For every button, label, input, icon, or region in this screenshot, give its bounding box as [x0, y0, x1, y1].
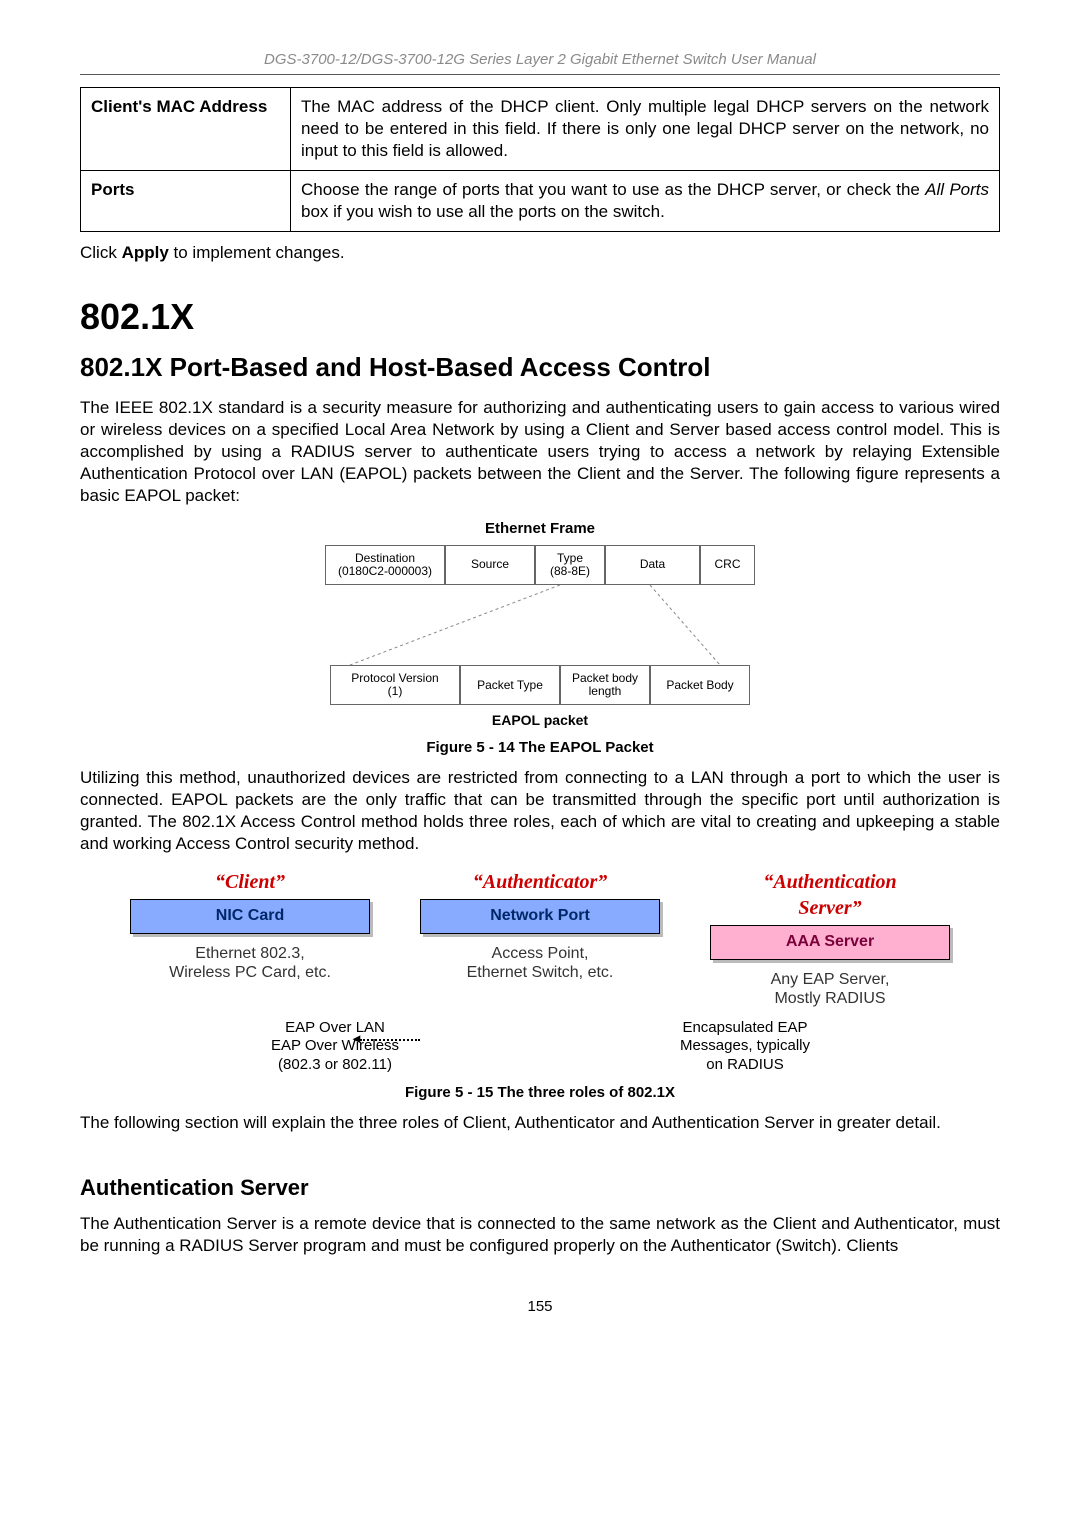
subsection-heading: 802.1X Port-Based and Host-Based Access … [80, 351, 1000, 385]
text: (88-8E) [540, 565, 600, 578]
text: Encapsulated EAP [682, 1019, 807, 1036]
text: (0180C2-000003) [330, 565, 440, 578]
nic-card-box: NIC Card [130, 899, 370, 934]
apply-instruction: Click Apply to implement changes. [80, 242, 1000, 264]
frame-cell-data: Data [605, 545, 700, 585]
packet-cell-length: Packet body length [560, 665, 650, 705]
connector-lines-icon [300, 585, 780, 665]
packet-cell-type: Packet Type [460, 665, 560, 705]
packet-cell-version: Protocol Version (1) [330, 665, 460, 705]
page-header: DGS-3700-12/DGS-3700-12G Series Layer 2 … [80, 50, 1000, 75]
body-paragraph: Utilizing this method, unauthorized devi… [80, 767, 1000, 855]
port-desc: Access Point, Ethernet Switch, etc. [420, 944, 660, 982]
text: box if you wish to use all the ports on … [301, 202, 665, 221]
param-key: Ports [81, 170, 291, 231]
frame-cell-source: Source [445, 545, 535, 585]
server-column: “Authentication Server” AAA Server Any E… [710, 869, 950, 1008]
text: Access Point, [492, 945, 589, 962]
text: on RADIUS [706, 1056, 784, 1073]
text: to implement changes. [169, 243, 345, 262]
text: Any EAP Server, [771, 971, 890, 988]
frame-cell-type: Type (88-8E) [535, 545, 605, 585]
role-label-authenticator: “Authenticator” [420, 869, 660, 895]
body-paragraph: The IEEE 802.1X standard is a security m… [80, 397, 1000, 507]
text: Mostly RADIUS [774, 990, 885, 1007]
table-row: Ports Choose the range of ports that you… [81, 170, 1000, 231]
text: Wireless PC Card, etc. [169, 964, 331, 981]
arrow-left-icon [360, 1039, 420, 1041]
eapol-packet-row: Protocol Version (1) Packet Type Packet … [300, 665, 780, 705]
text: EAP Over LAN [285, 1019, 385, 1036]
diagram-connector-area [300, 585, 780, 665]
nic-desc: Ethernet 802.3, Wireless PC Card, etc. [130, 944, 370, 982]
page-number: 155 [80, 1297, 1000, 1317]
frame-cell-destination: Destination (0180C2-000003) [325, 545, 445, 585]
auth-server-heading: Authentication Server [80, 1174, 1000, 1203]
body-paragraph: The following section will explain the t… [80, 1112, 1000, 1134]
role-label-client: “Client” [130, 869, 370, 895]
body-paragraph: The Authentication Server is a remote de… [80, 1213, 1000, 1257]
text: length [565, 685, 645, 698]
text: Choose the range of ports that you want … [301, 180, 925, 199]
diagram-title-top: Ethernet Frame [300, 519, 780, 539]
text: Destination [330, 552, 440, 565]
text: Ethernet Switch, etc. [467, 964, 614, 981]
text: Click [80, 243, 122, 262]
eap-lan-label: EAP Over LAN EAP Over Wireless (802.3 or… [195, 1019, 475, 1075]
text: Type [540, 552, 600, 565]
parameter-table: Client's MAC Address The MAC address of … [80, 87, 1000, 232]
eapol-packet-diagram: Ethernet Frame Destination (0180C2-00000… [300, 519, 780, 729]
apply-bold: Apply [122, 243, 169, 262]
aaa-server-box: AAA Server [710, 925, 950, 960]
text: (802.3 or 802.11) [278, 1056, 392, 1073]
text: Server” [798, 897, 861, 919]
text: Ethernet 802.3, [195, 945, 304, 962]
aaa-desc: Any EAP Server, Mostly RADIUS [710, 970, 950, 1008]
section-heading-8021x: 802.1X [80, 294, 1000, 341]
authenticator-column: “Authenticator” Network Port Access Poin… [420, 869, 660, 982]
text: “Authentication [763, 871, 896, 893]
text: (1) [335, 685, 455, 698]
param-value: Choose the range of ports that you want … [291, 170, 1000, 231]
encapsulated-eap-label: Encapsulated EAP Messages, typically on … [605, 1019, 885, 1075]
diagram-title-bottom: EAPOL packet [300, 711, 780, 729]
network-port-box: Network Port [420, 899, 660, 934]
param-key: Client's MAC Address [81, 87, 291, 170]
table-row: Client's MAC Address The MAC address of … [81, 87, 1000, 170]
text: Messages, typically [680, 1037, 810, 1054]
three-roles-diagram: “Client” NIC Card Ethernet 802.3, Wirele… [130, 869, 950, 1074]
figure-caption-14: Figure 5 - 14 The EAPOL Packet [80, 738, 1000, 758]
client-column: “Client” NIC Card Ethernet 802.3, Wirele… [130, 869, 370, 982]
ethernet-frame-row: Destination (0180C2-000003) Source Type … [300, 545, 780, 585]
role-label-server: “Authentication Server” [710, 869, 950, 921]
all-ports-emphasis: All Ports [925, 180, 989, 199]
frame-cell-crc: CRC [700, 545, 755, 585]
figure-caption-15: Figure 5 - 15 The three roles of 802.1X [80, 1083, 1000, 1103]
packet-cell-body: Packet Body [650, 665, 750, 705]
param-value: The MAC address of the DHCP client. Only… [291, 87, 1000, 170]
